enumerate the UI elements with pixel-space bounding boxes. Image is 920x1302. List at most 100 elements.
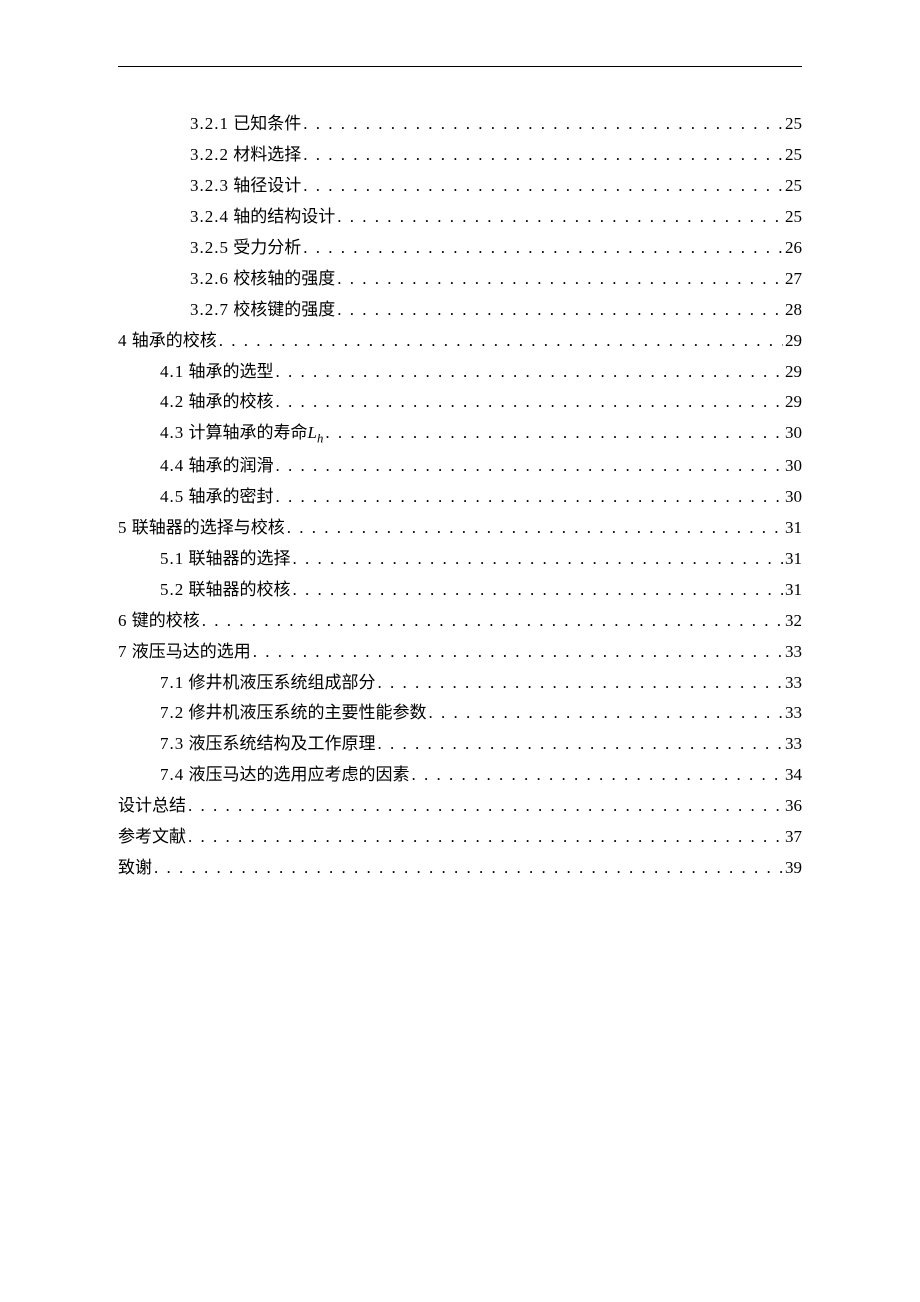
toc-entry-title: 液压马达的选用应考虑的因素: [189, 765, 410, 784]
document-page: 3.2.1 已知条件253.2.2 材料选择253.2.3 轴径设计253.2.…: [0, 0, 920, 884]
toc-entry: 3.2.5 受力分析26: [118, 233, 802, 264]
toc-entry-title: 联轴器的选择: [189, 549, 291, 568]
toc-entry-number: 7: [118, 642, 128, 661]
toc-entry-page: 27: [785, 264, 802, 295]
toc-entry: 7.3 液压系统结构及工作原理 33: [118, 729, 802, 760]
toc-entry-label: 7.3 液压系统结构及工作原理: [160, 729, 376, 760]
toc-entry-title: 轴承的校核: [132, 331, 217, 350]
toc-entry-number: 3.2.1: [190, 114, 229, 133]
toc-entry-title: 液压系统结构及工作原理: [189, 734, 376, 753]
toc-entry-number: 4.1: [160, 362, 184, 381]
toc-entry-label: 5.1 联轴器的选择: [160, 544, 291, 575]
toc-leader-dots: [303, 233, 783, 264]
toc-entry-title: 联轴器的校核: [189, 580, 291, 599]
toc-entry-title: 联轴器的选择与校核: [132, 518, 285, 537]
toc-entry-title: 受力分析: [233, 238, 301, 257]
toc-entry-label: 5 联轴器的选择与校核: [118, 513, 285, 544]
toc-entry-page: 30: [785, 418, 802, 449]
toc-entry: 7.2 修井机液压系统的主要性能参数 33: [118, 698, 802, 729]
toc-entry-page: 30: [785, 451, 802, 482]
toc-leader-dots: [276, 451, 784, 482]
toc-entry-number: 4.5: [160, 487, 184, 506]
toc-leader-dots: [287, 513, 783, 544]
toc-entry: 3.2.3 轴径设计25: [118, 171, 802, 202]
toc-entry-page: 31: [785, 544, 802, 575]
toc-entry-title: 校核键的强度: [233, 300, 335, 319]
toc-entry: 4.3 计算轴承的寿命Lh 30: [118, 418, 802, 451]
toc-entry: 7.4 液压马达的选用应考虑的因素 34: [118, 760, 802, 791]
toc-entry-label: 3.2.4 轴的结构设计: [190, 202, 335, 233]
toc-leader-dots: [303, 171, 783, 202]
toc-entry-title: 修井机液压系统的主要性能参数: [189, 703, 427, 722]
toc-leader-dots: [293, 544, 784, 575]
toc-entry-label: 3.2.5 受力分析: [190, 233, 301, 264]
toc-entry-page: 29: [785, 357, 802, 388]
toc-entry-page: 39: [785, 853, 802, 884]
toc-entry-title: 轴承的校核: [189, 392, 274, 411]
toc-leader-dots: [276, 387, 784, 418]
toc-entry-title: 轴承的选型: [189, 362, 274, 381]
toc-entry: 致谢 39: [118, 853, 802, 884]
toc-entry-number: 3.2.5: [190, 238, 229, 257]
toc-entry-number: 4.2: [160, 392, 184, 411]
toc-leader-dots: [276, 357, 784, 388]
toc-entry-label: 6 键的校核: [118, 606, 200, 637]
toc-entry-title: 致谢: [118, 858, 152, 877]
toc-leader-dots: [303, 140, 783, 171]
toc-entry-label: 3.2.2 材料选择: [190, 140, 301, 171]
toc-entry: 5.2 联轴器的校核 31: [118, 575, 802, 606]
toc-entry-page: 36: [785, 791, 802, 822]
toc-entry: 3.2.1 已知条件25: [118, 109, 802, 140]
toc-entry-title: 轴承的密封: [189, 487, 274, 506]
toc-leader-dots: [337, 295, 783, 326]
toc-leader-dots: [303, 109, 783, 140]
toc-entry-label: 3.2.1 已知条件: [190, 109, 301, 140]
toc-entry-number: 5.1: [160, 549, 184, 568]
toc-entry-number: 5: [118, 518, 128, 537]
toc-entry-title: 液压马达的选用: [132, 642, 251, 661]
toc-entry-page: 28: [785, 295, 802, 326]
toc-entry-label: 设计总结: [118, 791, 186, 822]
toc-entry-number: 7.4: [160, 765, 184, 784]
toc-entry-number: 7.3: [160, 734, 184, 753]
toc-entry-number: 7.2: [160, 703, 184, 722]
toc-entry-page: 25: [785, 140, 802, 171]
toc-entry-number: 3.2.3: [190, 176, 229, 195]
toc-entry: 4.5 轴承的密封 30: [118, 482, 802, 513]
toc-entry-number: 3.2.2: [190, 145, 229, 164]
toc-entry-label: 4.3 计算轴承的寿命Lh: [160, 418, 323, 451]
toc-leader-dots: [188, 822, 783, 853]
toc-entry-label: 致谢: [118, 853, 152, 884]
toc-entry-page: 33: [785, 668, 802, 699]
toc-entry-page: 25: [785, 202, 802, 233]
toc-leader-dots: [325, 418, 783, 449]
toc-leader-dots: [219, 326, 783, 357]
toc-leader-dots: [202, 606, 783, 637]
toc-entry-suffix: Lh: [308, 423, 324, 442]
toc-leader-dots: [276, 482, 784, 513]
toc-leader-dots: [188, 791, 783, 822]
toc-entry-page: 25: [785, 171, 802, 202]
header-rule: [118, 66, 802, 67]
toc-entry: 5.1 联轴器的选择 31: [118, 544, 802, 575]
toc-leader-dots: [429, 698, 784, 729]
toc-entry-page: 31: [785, 513, 802, 544]
toc-leader-dots: [378, 668, 784, 699]
toc-entry-page: 32: [785, 606, 802, 637]
toc-entry-label: 7.1 修井机液压系统组成部分: [160, 668, 376, 699]
toc-entry-label: 5.2 联轴器的校核: [160, 575, 291, 606]
toc-entry-label: 4.2 轴承的校核: [160, 387, 274, 418]
toc-entry-title: 轴的结构设计: [233, 207, 335, 226]
toc-entry-page: 33: [785, 729, 802, 760]
toc-entry-label: 4 轴承的校核: [118, 326, 217, 357]
toc-entry-title: 轴承的润滑: [189, 456, 274, 475]
toc-entry-number: 3.2.6: [190, 269, 229, 288]
toc-entry-title: 设计总结: [118, 796, 186, 815]
toc-entry-page: 34: [785, 760, 802, 791]
toc-entry-title: 参考文献: [118, 827, 186, 846]
toc-entry: 4.1 轴承的选型 29: [118, 357, 802, 388]
toc-entry-page: 31: [785, 575, 802, 606]
toc-entry-page: 33: [785, 637, 802, 668]
toc-leader-dots: [412, 760, 784, 791]
toc-entry-title: 校核轴的强度: [233, 269, 335, 288]
